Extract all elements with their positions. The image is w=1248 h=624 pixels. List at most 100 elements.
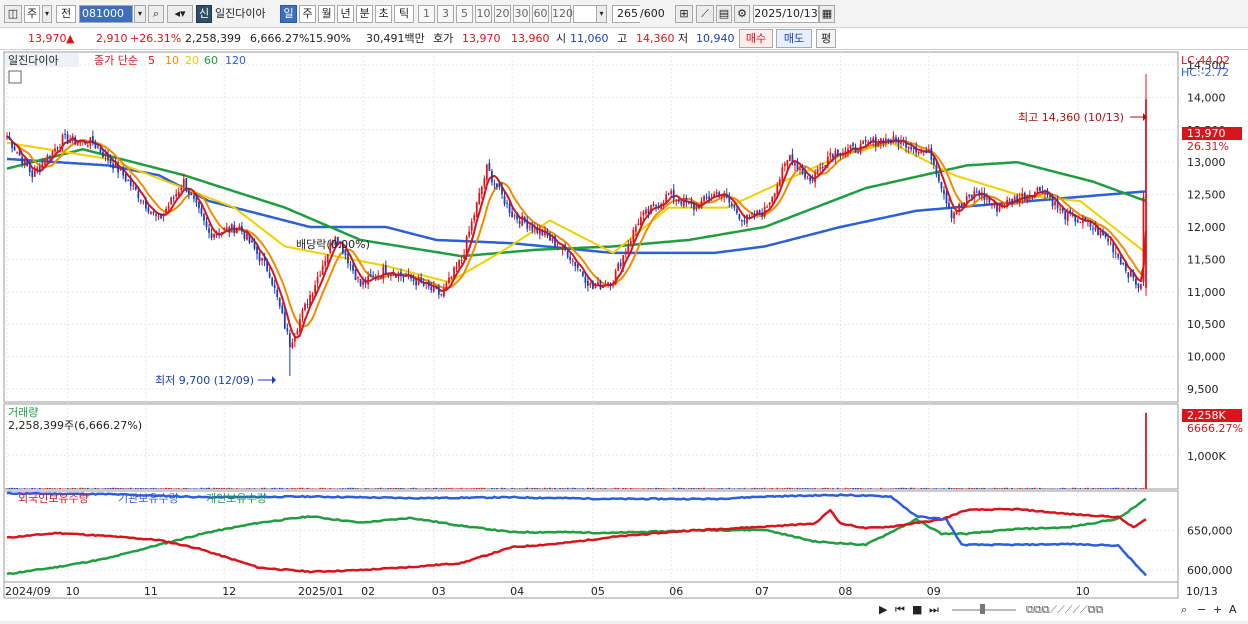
volume-bar [448, 488, 450, 489]
volume-bar [185, 488, 187, 489]
volume-bar [665, 488, 667, 489]
stop-icon[interactable]: ■ [912, 603, 922, 616]
interval-1-button[interactable]: 1 [418, 5, 435, 23]
stock-chart[interactable]: 650,000600,000 14,50014,00013,50013,0001… [0, 50, 1248, 621]
volume-bar [786, 488, 788, 489]
candle-body [110, 160, 112, 164]
tools-icon[interactable]: ⟋ [696, 5, 714, 23]
layout-icon[interactable]: ◫ [4, 5, 22, 23]
period-second-button[interactable]: 초 [375, 5, 392, 23]
zoom-out-icon[interactable]: − [1197, 603, 1206, 616]
zoom-in-icon[interactable]: + [1213, 603, 1222, 616]
candle-body [201, 208, 203, 214]
overlay-icons[interactable]: ⧉⧉⧉⟋⟋⟋⟋⟋⧉⧉ [1026, 603, 1103, 616]
gear-icon[interactable]: ⚙ [734, 5, 750, 23]
candle-body [721, 195, 723, 196]
prev-button[interactable]: 전 [56, 5, 76, 23]
volume-bar [1135, 488, 1137, 489]
volume-bar [365, 488, 367, 489]
volume-bar [16, 488, 18, 489]
candle-body [380, 276, 382, 277]
candle-body [372, 276, 374, 277]
volume-bar [49, 488, 51, 489]
code-dropdown-icon[interactable]: ▾ [134, 5, 146, 23]
volume-bar [352, 488, 354, 489]
candle-body [733, 205, 735, 207]
stock-code-input[interactable]: 081000 [79, 5, 133, 23]
candle-body [175, 194, 177, 197]
volume-bar [410, 488, 412, 489]
candle-body [1087, 220, 1089, 222]
table-toggle-icon[interactable] [9, 71, 21, 83]
text-tool-icon[interactable]: A [1229, 603, 1237, 616]
volume-bar [491, 488, 493, 489]
interval-60-button[interactable]: 60 [532, 5, 549, 23]
calendar-icon[interactable]: ▦ [819, 5, 835, 23]
evaluate-button[interactable]: 평 [816, 29, 836, 48]
candle-body [266, 261, 268, 271]
candle-body [779, 179, 781, 185]
zoom-slider-handle[interactable] [980, 604, 985, 614]
period-tick-button[interactable]: 틱 [394, 5, 414, 23]
interval-3-button[interactable]: 3 [437, 5, 454, 23]
scroll-controls[interactable]: ▶ ⏮ ■ ⏭ ⧉⧉⧉⟋⟋⟋⟋⟋⧉⧉ ⌕ − + A [879, 603, 1237, 616]
candle-body [708, 196, 710, 199]
volume-bar [1102, 488, 1104, 489]
candle-body [602, 285, 604, 288]
save-icon[interactable]: ▤ [716, 5, 732, 23]
candle-body [117, 164, 119, 172]
candle-body [294, 336, 296, 342]
sound-icon[interactable]: ◂▾ [167, 5, 193, 23]
candle-body [509, 204, 511, 213]
interval-120-button[interactable]: 120 [551, 5, 571, 23]
legend-ma20: 20 [185, 54, 199, 67]
candle-body [529, 227, 531, 228]
period-week-button[interactable]: 주 [299, 5, 316, 23]
volume-bar [890, 488, 892, 489]
candle-body [673, 190, 675, 200]
period-type-select[interactable]: 주 [24, 5, 40, 23]
interval-10-button[interactable]: 10 [475, 5, 492, 23]
volume-bar [590, 488, 592, 489]
period-month-button[interactable]: 월 [318, 5, 335, 23]
volume-bar [47, 488, 49, 489]
period-year-button[interactable]: 년 [337, 5, 354, 23]
volume-bar [711, 488, 713, 489]
volume-bar [140, 488, 142, 489]
candle-body [559, 247, 561, 248]
candle-body [102, 152, 104, 157]
volume-bar [721, 488, 723, 489]
interval-5-button[interactable]: 5 [456, 5, 473, 23]
candle-body [140, 200, 142, 201]
scroll-last-icon[interactable]: ⏭ [929, 603, 939, 616]
search-icon[interactable]: ⌕ [148, 5, 164, 23]
period-minute-button[interactable]: 분 [356, 5, 373, 23]
interval-20-button[interactable]: 20 [494, 5, 511, 23]
candle-body [1143, 197, 1145, 282]
interval-dropdown-icon[interactable]: ▾ [596, 5, 607, 23]
x-tick-label: 2024/09 [5, 585, 51, 598]
volume-bar [529, 488, 531, 489]
grid-settings-icon[interactable]: ⊞ [675, 5, 693, 23]
candle-body [403, 277, 405, 278]
interval-30-button[interactable]: 30 [513, 5, 530, 23]
zoom-search-icon[interactable]: ⌕ [1181, 603, 1187, 616]
period-day-button[interactable]: 일 [280, 5, 297, 23]
scroll-first-icon[interactable]: ⏮ [895, 603, 905, 616]
volume-bar [1016, 488, 1018, 489]
count-input[interactable]: 265 [612, 5, 640, 23]
candle-body [1100, 231, 1102, 236]
candle-body [855, 147, 857, 153]
candle-body [539, 229, 541, 234]
date-input[interactable]: 2025/10/13 [753, 5, 819, 23]
candle-body [360, 279, 362, 286]
candle-body [107, 154, 109, 161]
volume-bar [438, 488, 440, 489]
sell-button[interactable]: 매도 [776, 29, 812, 48]
candle-body [1138, 283, 1140, 288]
candle-body [153, 212, 155, 213]
chevron-down-icon[interactable]: ▾ [42, 5, 52, 23]
scroll-right-icon[interactable]: ▶ [879, 603, 888, 616]
buy-button[interactable]: 매수 [739, 29, 773, 48]
volume-bar [400, 488, 402, 489]
